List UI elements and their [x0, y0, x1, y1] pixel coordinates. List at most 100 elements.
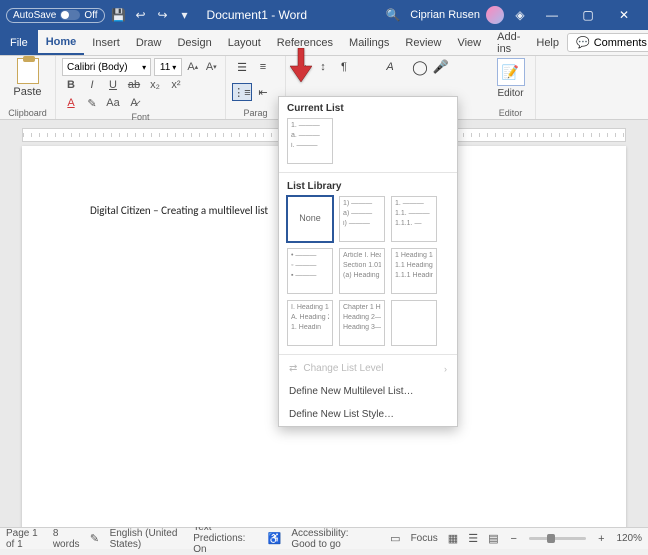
change-case-icon[interactable]: Aa — [104, 94, 122, 112]
styles-icon[interactable]: A — [380, 58, 400, 76]
tab-mailings[interactable]: Mailings — [341, 30, 397, 55]
list-thumb[interactable]: 1 Heading 1— 1.1 Heading 2 1.1.1 Heading — [391, 248, 437, 294]
strike-icon[interactable]: ab — [125, 76, 143, 94]
document-title: Document1 - Word — [207, 8, 307, 22]
dictate-icon[interactable]: ◯ — [410, 58, 430, 76]
change-list-level: ⇄Change List Level› — [279, 357, 457, 380]
group-font: Calibri (Body)▾ 11▾ A▴ A▾ B I U ab x₂ x²… — [56, 56, 226, 119]
paste-icon — [17, 58, 39, 84]
undo-icon[interactable]: ↩ — [133, 7, 149, 23]
close-button[interactable]: ✕ — [606, 0, 642, 30]
group-label: Clipboard — [6, 108, 49, 118]
tab-review[interactable]: Review — [397, 30, 449, 55]
ribbon: Paste Clipboard Calibri (Body)▾ 11▾ A▴ A… — [0, 56, 648, 120]
ribbon-tabs: File Home Insert Draw Design Layout Refe… — [0, 30, 648, 56]
numbering-icon[interactable]: ≡ — [253, 58, 273, 76]
bullets-icon[interactable]: ☰ — [232, 58, 252, 76]
word-app: AutoSave Off 💾 ↩ ↪ ▾ Document1 - Word 🔍 … — [0, 0, 648, 549]
tab-addins[interactable]: Add-ins — [489, 30, 528, 55]
subscript-icon[interactable]: x₂ — [146, 76, 164, 94]
list-thumb[interactable]: 1. ——— 1.1. ——— 1.1.1. — — [391, 196, 437, 242]
editor-icon[interactable]: 📝 — [497, 58, 525, 86]
user-name: Ciprian Rusen — [410, 9, 480, 21]
status-accessibility[interactable]: Accessibility: Good to go — [291, 528, 370, 550]
redo-icon[interactable]: ↪ — [155, 7, 171, 23]
tab-home[interactable]: Home — [38, 30, 85, 55]
list-thumb[interactable]: • ——— ◦ ——— ▪ ——— — [287, 248, 333, 294]
autosave-toggle[interactable]: AutoSave Off — [6, 8, 105, 23]
comments-button[interactable]: 💬Comments — [567, 33, 648, 52]
highlight-icon[interactable]: ✎ — [83, 94, 101, 112]
tab-view[interactable]: View — [449, 30, 489, 55]
focus-icon[interactable]: ▭ — [390, 532, 400, 546]
grow-font-icon[interactable]: A▴ — [185, 58, 201, 76]
decrease-indent-icon[interactable]: ⇤ — [253, 83, 273, 101]
font-name-combo[interactable]: Calibri (Body)▾ — [62, 58, 151, 76]
clear-format-icon[interactable]: A̷ — [125, 94, 143, 112]
title-bar: AutoSave Off 💾 ↩ ↪ ▾ Document1 - Word 🔍 … — [0, 0, 648, 30]
accessibility-icon: ♿ — [268, 532, 282, 546]
minimize-button[interactable]: ― — [534, 0, 570, 30]
group-label: Editor — [492, 108, 529, 118]
define-new-multilevel[interactable]: Define New Multilevel List… — [279, 380, 457, 403]
status-words[interactable]: 8 words — [53, 528, 80, 550]
group-clipboard: Paste Clipboard — [0, 56, 56, 119]
list-thumb[interactable]: I. Heading 1— A. Heading 2 1. Headin — [287, 300, 333, 346]
list-thumb-blank[interactable] — [391, 300, 437, 346]
tab-help[interactable]: Help — [528, 30, 567, 55]
list-thumb[interactable]: Chapter 1 Hea Heading 2— Heading 3— — [339, 300, 385, 346]
tab-design[interactable]: Design — [169, 30, 219, 55]
font-color-icon[interactable]: A — [62, 94, 80, 112]
shrink-font-icon[interactable]: A▾ — [204, 58, 220, 76]
status-bar: Page 1 of 1 8 words ✎ English (United St… — [0, 527, 648, 549]
multilevel-list-dropdown: Current List 1. ——— a. ——— i. ——— List L… — [278, 96, 458, 427]
account-button[interactable]: Ciprian Rusen — [410, 6, 504, 24]
increase-indent-icon[interactable]: ⇥ — [292, 58, 312, 76]
save-icon[interactable]: 💾 — [111, 7, 127, 23]
voice-icon[interactable]: 🎤 — [431, 58, 451, 76]
tab-draw[interactable]: Draw — [128, 30, 170, 55]
tab-references[interactable]: References — [269, 30, 341, 55]
list-thumb[interactable]: Article I. Head Section 1.01 H (a) Headi… — [339, 248, 385, 294]
spellcheck-icon[interactable]: ✎ — [90, 532, 100, 546]
italic-icon[interactable]: I — [83, 76, 101, 94]
view-read-icon[interactable]: ☰ — [468, 532, 478, 546]
font-size-combo[interactable]: 11▾ — [154, 58, 182, 76]
define-new-list-style[interactable]: Define New List Style… — [279, 403, 457, 426]
paste-button[interactable]: Paste — [6, 58, 49, 98]
group-editor: 📝 Editor Editor — [486, 56, 536, 119]
view-print-icon[interactable]: ▦ — [448, 532, 458, 546]
list-thumb[interactable]: 1) ——— a) ——— i) ——— — [339, 196, 385, 242]
list-thumb-current[interactable]: 1. ——— a. ——— i. ——— — [287, 118, 333, 164]
status-zoom[interactable]: 120% — [616, 533, 642, 544]
editor-button[interactable]: Editor — [497, 88, 523, 99]
view-web-icon[interactable]: ▤ — [488, 532, 498, 546]
file-tab[interactable]: File — [0, 30, 38, 55]
avatar — [486, 6, 504, 24]
zoom-in-icon[interactable]: + — [596, 532, 606, 546]
maximize-button[interactable]: ▢ — [570, 0, 606, 30]
multilevel-list-icon[interactable]: ⋮≡ — [232, 83, 252, 101]
group-paragraph: ☰ ≡ ⋮≡ ⇤ Parag — [226, 56, 286, 119]
premium-icon[interactable]: ◈ — [512, 7, 528, 23]
zoom-out-icon[interactable]: − — [509, 532, 519, 546]
autosave-state: Off — [84, 10, 97, 21]
tab-layout[interactable]: Layout — [220, 30, 269, 55]
status-focus[interactable]: Focus — [411, 533, 438, 544]
autosave-label: AutoSave — [13, 10, 56, 21]
show-marks-icon[interactable]: ¶ — [334, 58, 354, 76]
search-icon[interactable]: 🔍 — [384, 6, 402, 24]
bold-icon[interactable]: B — [62, 76, 80, 94]
superscript-icon[interactable]: x² — [167, 76, 185, 94]
status-page[interactable]: Page 1 of 1 — [6, 528, 43, 550]
section-current-list: Current List — [279, 97, 457, 118]
qat-dropdown-icon[interactable]: ▾ — [177, 7, 193, 23]
sort-icon[interactable]: ↕ — [313, 58, 333, 76]
group-label: Parag — [232, 108, 279, 118]
underline-icon[interactable]: U — [104, 76, 122, 94]
tab-insert[interactable]: Insert — [84, 30, 128, 55]
section-list-library: List Library — [279, 175, 457, 196]
list-thumb-none[interactable]: None — [287, 196, 333, 242]
status-language[interactable]: English (United States) — [110, 528, 184, 550]
zoom-slider[interactable] — [529, 537, 587, 540]
